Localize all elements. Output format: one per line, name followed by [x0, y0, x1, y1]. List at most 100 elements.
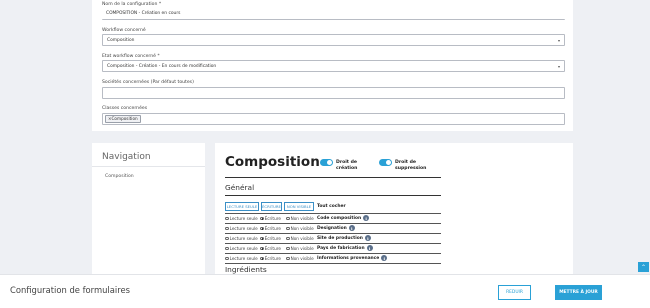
radio-indicator[interactable]	[286, 256, 290, 261]
field-name-label: Informations provenance	[317, 255, 380, 261]
radio-indicator[interactable]	[260, 256, 264, 261]
footer-title: Configuration de formulaires	[10, 285, 130, 295]
deletion-toggle[interactable]	[379, 159, 392, 166]
radio-option[interactable]: Écriture	[260, 256, 281, 261]
divider	[225, 253, 441, 254]
classes-input[interactable]: ×Composition	[102, 113, 565, 125]
state-label: Etat workflow concerné *	[102, 54, 160, 59]
radio-indicator[interactable]	[225, 246, 229, 251]
field-name: Code composition i	[317, 215, 370, 221]
societies-input[interactable]	[102, 87, 565, 99]
radio-label: Non visible	[290, 216, 314, 221]
radio-indicator[interactable]	[260, 216, 264, 221]
field-name-label: Site de production	[317, 235, 363, 241]
radio-label: Lecture seule	[229, 226, 258, 231]
radio-option[interactable]: Lecture seule	[225, 216, 258, 221]
update-button[interactable]: METTRE À JOUR	[555, 285, 602, 300]
radio-indicator[interactable]	[225, 226, 229, 231]
info-icon[interactable]: i	[366, 245, 373, 251]
divider	[225, 223, 441, 224]
hidden-all-button[interactable]: NON VISIBLE	[284, 202, 314, 211]
radio-option[interactable]: Non visible	[286, 226, 314, 231]
radio-label: Écriture	[264, 216, 281, 221]
info-icon[interactable]: i	[363, 215, 370, 221]
radio-label: Lecture seule	[229, 256, 258, 261]
radio-indicator[interactable]	[225, 216, 229, 221]
radio-label: Non visible	[290, 236, 314, 241]
divider	[225, 195, 441, 196]
radio-indicator[interactable]	[286, 216, 290, 221]
radio-indicator[interactable]	[225, 256, 229, 261]
radio-label: Non visible	[290, 246, 314, 251]
info-icon[interactable]: i	[364, 235, 371, 241]
radio-option[interactable]: Lecture seule	[225, 256, 258, 261]
field-name: Designation i	[317, 225, 355, 231]
configuration-form: Nom de la configuration * COMPOSITION - …	[92, 0, 573, 131]
radio-label: Non visible	[290, 256, 314, 261]
class-tag[interactable]: ×Composition	[105, 115, 141, 123]
field-name: Site de production i	[317, 235, 371, 241]
workflow-select[interactable]: Composition ▾	[102, 34, 565, 46]
page-title: Composition	[225, 154, 320, 170]
societies-label: Sociétés concernées (Par défaut toutes)	[102, 80, 194, 85]
divider	[225, 263, 441, 264]
radio-indicator[interactable]	[286, 236, 290, 241]
chevron-down-icon: ▾	[557, 38, 560, 43]
radio-label: Lecture seule	[229, 216, 258, 221]
classes-label: Classes concernées	[102, 106, 148, 111]
write-all-button[interactable]: ÉCRITURE	[261, 202, 282, 211]
field-name-label: Pays de fabrication	[317, 245, 365, 251]
radio-option[interactable]: Écriture	[260, 246, 281, 251]
divider	[225, 233, 441, 234]
radio-option[interactable]: Non visible	[286, 216, 314, 221]
radio-indicator[interactable]	[260, 246, 264, 251]
creation-toggle[interactable]	[320, 159, 333, 166]
radio-option[interactable]: Écriture	[260, 216, 281, 221]
radio-label: Lecture seule	[229, 236, 258, 241]
radio-indicator[interactable]	[260, 226, 264, 231]
name-label: Nom de la configuration *	[102, 2, 162, 7]
radio-option[interactable]: Lecture seule	[225, 246, 258, 251]
divider	[92, 166, 205, 167]
readonly-all-button[interactable]: LECTURE SEULE	[225, 202, 259, 211]
field-name-label: Designation	[317, 225, 347, 231]
radio-indicator[interactable]	[286, 226, 290, 231]
creation-toggle-label: Droit de création	[336, 160, 358, 171]
radio-option[interactable]: Lecture seule	[225, 226, 258, 231]
scroll-top-button[interactable]: ⌃	[638, 262, 649, 272]
field-name-label: Code composition	[317, 215, 362, 221]
radio-indicator[interactable]	[260, 236, 264, 241]
radio-label: Écriture	[264, 246, 281, 251]
deletion-toggle-label: Droit de suppression	[395, 160, 427, 171]
field-name: Informations provenance i	[317, 255, 388, 261]
radio-option[interactable]: Non visible	[286, 246, 314, 251]
radio-label: Non visible	[290, 226, 314, 231]
name-field[interactable]: COMPOSITION - Création en cours	[102, 8, 565, 20]
radio-label: Lecture seule	[229, 246, 258, 251]
radio-label: Écriture	[264, 236, 281, 241]
divider	[225, 213, 441, 214]
radio-indicator[interactable]	[286, 246, 290, 251]
radio-option[interactable]: Non visible	[286, 236, 314, 241]
section-general: Général	[225, 183, 255, 192]
radio-option[interactable]: Non visible	[286, 256, 314, 261]
radio-label: Écriture	[264, 226, 281, 231]
state-value: Composition - Création - En cours de mod…	[107, 63, 217, 69]
info-icon[interactable]: i	[348, 225, 355, 231]
state-select[interactable]: Composition - Création - En cours de mod…	[102, 60, 565, 72]
nav-item-composition[interactable]: Composition	[105, 174, 134, 179]
workflow-label: Workflow concerné	[102, 28, 146, 33]
radio-option[interactable]: Écriture	[260, 226, 281, 231]
radio-option[interactable]: Lecture seule	[225, 236, 258, 241]
radio-option[interactable]: Écriture	[260, 236, 281, 241]
form-settings-panel: Composition Droit de création Droit de s…	[215, 143, 573, 279]
footer-bar: Configuration de formulaires REDUIR METT…	[0, 274, 650, 308]
navigation-panel: Navigation Composition	[92, 143, 205, 279]
divider	[225, 243, 441, 244]
radio-label: Écriture	[264, 256, 281, 261]
info-icon[interactable]: i	[381, 255, 388, 261]
reset-button[interactable]: REDUIR	[498, 285, 531, 300]
radio-indicator[interactable]	[225, 236, 229, 241]
workflow-value: Composition	[107, 37, 135, 43]
toggle-all-label[interactable]: Tout cocher	[317, 204, 346, 209]
